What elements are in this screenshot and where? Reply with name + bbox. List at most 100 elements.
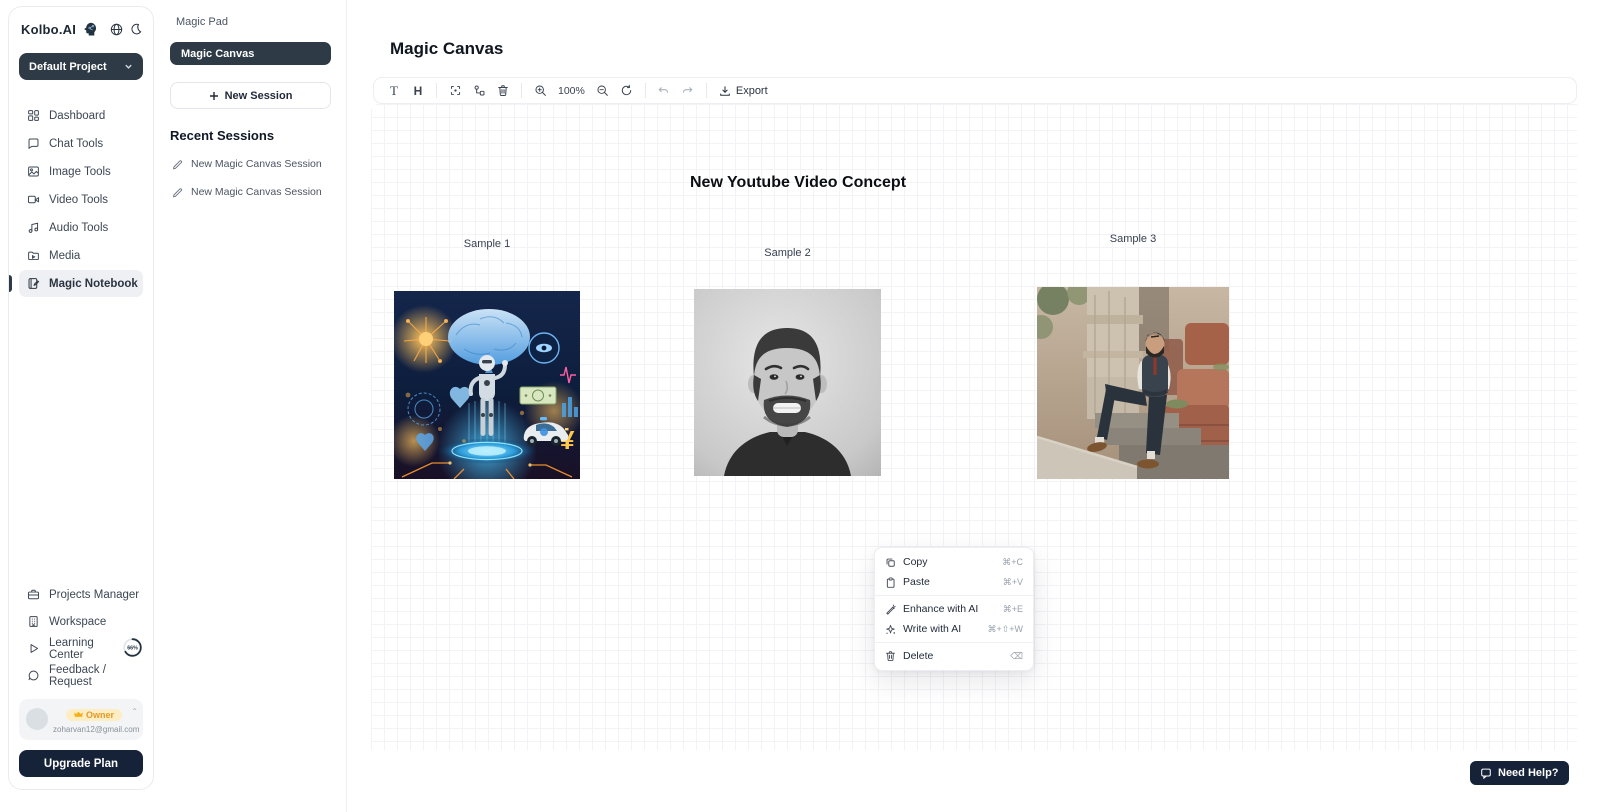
context-menu-write-with-ai[interactable]: Write with AI ⌘+⇧+W <box>875 619 1033 639</box>
sessions-panel: Magic Pad Magic Canvas New Session Recen… <box>155 0 347 812</box>
canvas-grid[interactable]: New Youtube Video Concept Sample 1 Sampl… <box>371 104 1577 750</box>
sample-3-label[interactable]: Sample 3 <box>1037 233 1229 245</box>
sidebar-item-learning-center[interactable]: Learning Center 66% <box>19 635 143 662</box>
toolbar-divider <box>706 83 707 98</box>
sample-1-label[interactable]: Sample 1 <box>394 238 580 250</box>
app-root: Kolbo.AI Default Project Dashboard <box>0 0 1600 812</box>
magic-notebook-icon <box>27 277 40 290</box>
context-menu-label: Delete <box>903 650 933 662</box>
sample-1-image[interactable]: ¥ <box>394 291 580 479</box>
sidebar-item-label: Learning Center <box>49 637 113 661</box>
context-menu-shortcut: ⌘+⇧+W <box>987 624 1023 635</box>
sidebar-item-feedback[interactable]: Feedback / Request <box>19 662 143 689</box>
recent-session-label: New Magic Canvas Session <box>191 186 322 198</box>
magic-wand-icon <box>885 604 896 615</box>
need-help-button[interactable]: Need Help? <box>1470 761 1569 785</box>
brand-logo: Kolbo.AI <box>21 22 76 37</box>
sidebar-item-chat-tools[interactable]: Chat Tools <box>19 130 143 157</box>
zoom-in-button[interactable] <box>528 80 552 101</box>
trash-icon <box>497 84 509 97</box>
undo-button[interactable] <box>652 80 676 101</box>
context-menu-label: Copy <box>903 556 928 568</box>
recent-sessions-heading: Recent Sessions <box>170 128 331 143</box>
copy-icon <box>885 557 896 568</box>
brand-head-icon <box>82 21 98 37</box>
sidebar-item-label: Workspace <box>49 616 106 628</box>
recent-session-item[interactable]: New Magic Canvas Session <box>170 183 331 201</box>
sidebar-item-media[interactable]: Media <box>19 242 143 269</box>
user-email: zoharvan12@gmail.com <box>53 725 135 734</box>
heading-tool-button[interactable]: H <box>406 80 430 101</box>
zoom-out-icon <box>596 84 609 97</box>
sidebar-item-label: Magic Notebook <box>49 278 138 290</box>
sample-2-label[interactable]: Sample 2 <box>694 247 881 259</box>
project-selector[interactable]: Default Project <box>19 53 143 80</box>
trash-icon <box>885 650 896 662</box>
new-session-label: New Session <box>225 90 293 102</box>
sidebar-item-projects-manager[interactable]: Projects Manager <box>19 581 143 608</box>
upgrade-plan-button[interactable]: Upgrade Plan <box>19 750 143 777</box>
redo-button[interactable] <box>676 80 700 101</box>
text-tool-button[interactable]: T <box>382 80 406 101</box>
sidebar-item-label: Media <box>49 250 80 262</box>
context-menu-delete[interactable]: Delete ⌫ <box>875 646 1033 666</box>
sidebar-item-image-tools[interactable]: Image Tools <box>19 158 143 185</box>
context-menu-enhance-with-ai[interactable]: Enhance with AI ⌘+E <box>875 599 1033 619</box>
owner-badge: Owner <box>66 709 122 721</box>
sample-3-image[interactable] <box>1037 287 1229 479</box>
sidebar-item-audio-tools[interactable]: Audio Tools <box>19 214 143 241</box>
reset-rotate-icon <box>620 84 633 97</box>
context-menu-label: Write with AI <box>903 623 961 635</box>
toolbar-divider <box>645 83 646 98</box>
context-menu-shortcut: ⌘+V <box>1003 577 1023 588</box>
sidebar-item-video-tools[interactable]: Video Tools <box>19 186 143 213</box>
canvas-heading[interactable]: New Youtube Video Concept <box>690 174 906 192</box>
need-help-label: Need Help? <box>1498 767 1559 779</box>
language-globe-icon[interactable] <box>110 21 123 37</box>
zoom-level-value[interactable]: 100% <box>552 85 591 97</box>
sidebar-item-label: Video Tools <box>49 194 108 206</box>
select-tool-button[interactable] <box>443 80 467 101</box>
dark-mode-moon-icon[interactable] <box>130 21 143 37</box>
undo-icon <box>657 84 670 97</box>
context-menu-copy[interactable]: Copy ⌘+C <box>875 552 1033 572</box>
logo-row: Kolbo.AI <box>19 21 143 37</box>
paste-icon <box>885 577 896 588</box>
context-menu-label: Enhance with AI <box>903 603 978 615</box>
magic-canvas-item[interactable]: Magic Canvas <box>170 42 331 65</box>
chevron-down-icon <box>124 62 133 71</box>
sidebar-item-dashboard[interactable]: Dashboard <box>19 102 143 129</box>
zoom-out-button[interactable] <box>591 80 615 101</box>
building-icon <box>27 615 40 628</box>
sample-2-image[interactable] <box>694 289 881 476</box>
context-menu-label: Paste <box>903 576 930 588</box>
reset-view-button[interactable] <box>615 80 639 101</box>
sidebar: Kolbo.AI Default Project Dashboard <box>8 6 154 790</box>
user-card[interactable]: Owner zoharvan12@gmail.com ⌃ <box>19 699 143 740</box>
sidebar-item-workspace[interactable]: Workspace <box>19 608 143 635</box>
recent-session-item[interactable]: New Magic Canvas Session <box>170 155 331 173</box>
download-icon <box>719 85 731 97</box>
selection-frame-icon <box>449 84 462 97</box>
delete-tool-button[interactable] <box>491 80 515 101</box>
sidebar-item-label: Projects Manager <box>49 589 139 601</box>
export-button[interactable]: Export <box>713 85 774 97</box>
sidebar-item-label: Audio Tools <box>49 222 108 234</box>
pencil-icon <box>172 187 183 198</box>
video-icon <box>27 193 40 206</box>
context-menu-divider <box>875 595 1033 596</box>
context-menu-paste[interactable]: Paste ⌘+V <box>875 572 1033 592</box>
sparkle-icon <box>885 624 896 635</box>
new-session-button[interactable]: New Session <box>170 82 331 109</box>
sidebar-item-magic-notebook[interactable]: Magic Notebook <box>19 270 143 297</box>
briefcase-icon <box>27 588 40 601</box>
owner-badge-label: Owner <box>86 710 114 720</box>
flow-connector-icon <box>473 84 486 97</box>
toolbar-divider <box>436 83 437 98</box>
sidebar-item-label: Image Tools <box>49 166 111 178</box>
connector-tool-button[interactable] <box>467 80 491 101</box>
music-note-icon <box>27 221 40 234</box>
sidebar-item-label: Chat Tools <box>49 138 103 150</box>
pencil-icon <box>172 159 183 170</box>
magic-pad-item[interactable]: Magic Pad <box>170 14 331 30</box>
